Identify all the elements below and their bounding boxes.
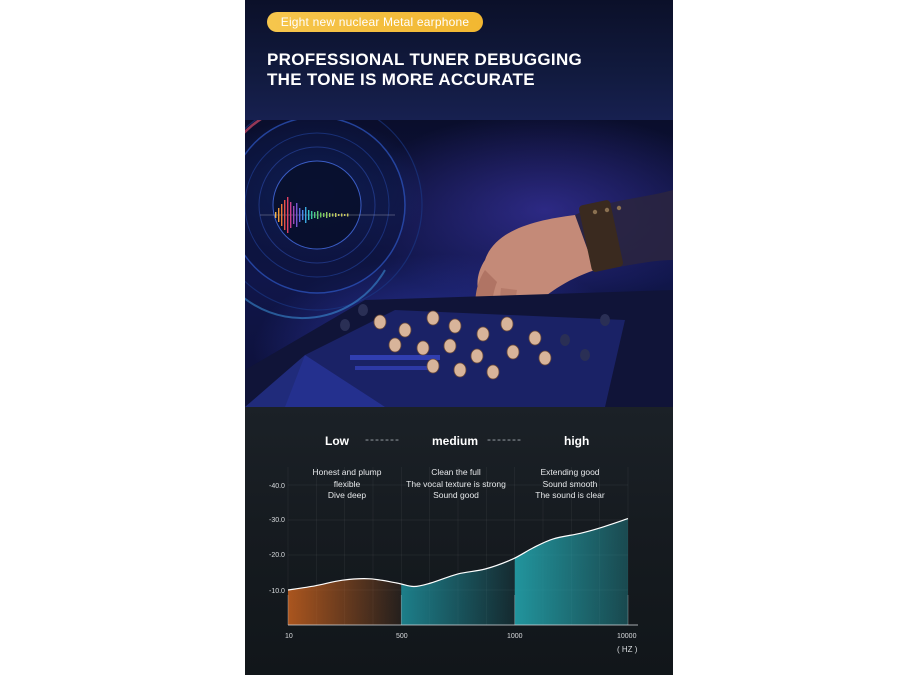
headline-line-2: THE TONE IS MORE ACCURATE xyxy=(267,70,535,89)
band-desc-low-line-2: flexible xyxy=(333,478,361,489)
band-desc-high-line-2: Sound smooth xyxy=(542,478,598,489)
headline: PROFESSIONAL TUNER DEBUGGING THE TONE IS… xyxy=(267,50,582,90)
band-desc-medium-line-2: The vocal texture is strong xyxy=(406,478,506,489)
x-axis-unit: ( HZ ) xyxy=(617,645,638,654)
y-tick-label: -30.0 xyxy=(269,517,285,524)
y-tick-label: -40.0 xyxy=(269,483,285,490)
band-desc-high-line-3: The sound is clear xyxy=(535,490,605,500)
header-section: Eight new nuclear Metal earphone PROFESS… xyxy=(245,0,673,120)
dj-mixer xyxy=(245,290,673,407)
band-separator-1: ------- xyxy=(365,432,400,446)
y-tick-label: -10.0 xyxy=(269,588,285,595)
band-desc-low-line-1: Honest and plump xyxy=(312,467,382,477)
product-badge: Eight new nuclear Metal earphone xyxy=(267,12,483,32)
band-label-medium: medium xyxy=(432,434,479,448)
band-desc-low: Honest and plump flexible Dive deep xyxy=(287,467,407,502)
product-poster: Eight new nuclear Metal earphone PROFESS… xyxy=(245,0,673,675)
x-tick-label: 1000 xyxy=(507,633,523,640)
band-desc-medium: Clean the full The vocal texture is stro… xyxy=(396,467,516,502)
y-tick-label: -20.0 xyxy=(269,552,285,559)
band-label-low: Low xyxy=(325,434,349,448)
band-desc-medium-line-1: Clean the full xyxy=(431,467,481,477)
headline-line-1: PROFESSIONAL TUNER DEBUGGING xyxy=(267,50,583,69)
band-desc-high-line-1: Extending good xyxy=(540,467,600,477)
x-tick-label: 500 xyxy=(396,633,408,640)
frequency-response-chart: Low medium high ------- ------- Honest a… xyxy=(245,407,673,675)
band-separator-2: ------- xyxy=(487,432,522,446)
vinyl-record-icon xyxy=(245,120,423,320)
x-tick-label: 10 xyxy=(285,633,293,640)
x-tick-label: 10000 xyxy=(617,633,637,640)
dj-mixer-photo xyxy=(245,120,673,407)
dj-scene-illustration xyxy=(245,120,673,407)
band-desc-low-line-3: Dive deep xyxy=(327,490,367,500)
band-desc-high: Extending good Sound smooth The sound is… xyxy=(510,467,630,502)
band-label-high: high xyxy=(564,434,590,448)
band-desc-medium-line-3: Sound good xyxy=(433,490,479,500)
low-band-area xyxy=(288,578,402,625)
